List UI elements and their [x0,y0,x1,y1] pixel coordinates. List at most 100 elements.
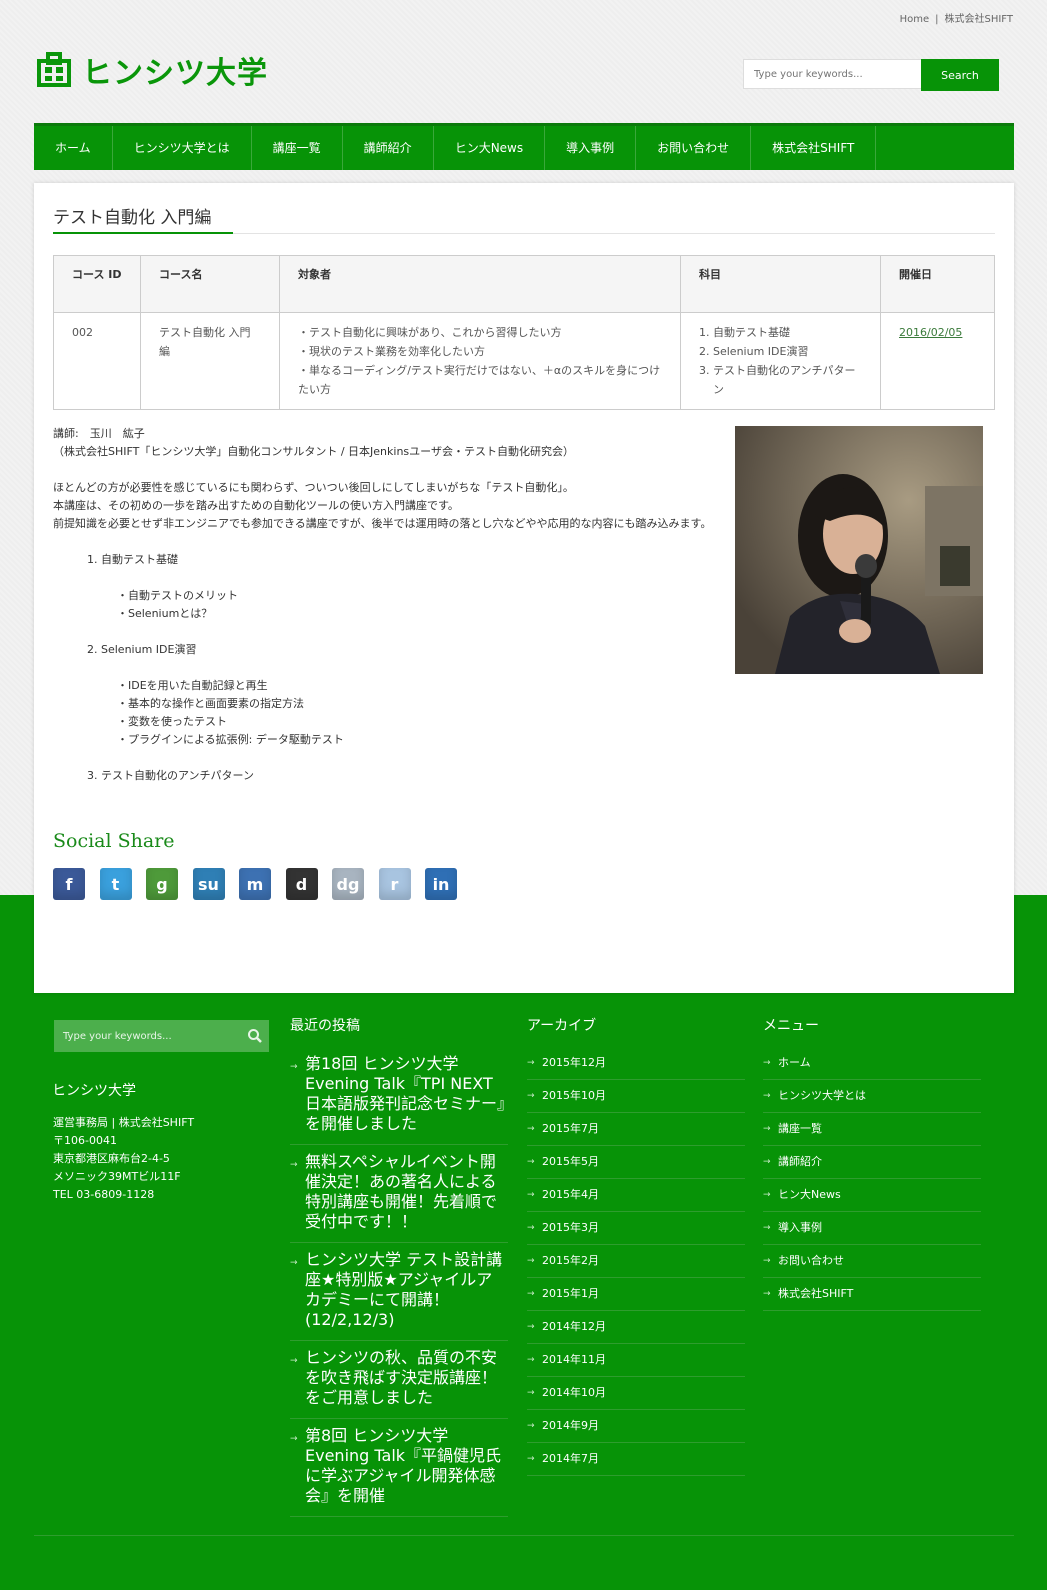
address-line: 運営事務局 | 株式会社SHIFT [53,1116,195,1129]
footer-link[interactable]: ヒンシツ大学とは [763,1080,981,1113]
header-course-id: コース ID [53,255,141,313]
lecturer-photo-illustration [735,426,983,674]
myspace-icon[interactable]: m [239,868,271,900]
social-share-icons: f t g su m d dg r in [53,868,472,900]
search-input[interactable] [743,59,921,89]
address-line: メソニック39MTビル11F [53,1170,181,1183]
course-outline: 自動テスト基礎 ・自動テストのメリット ・Seleniumとは？ Seleniu… [53,551,733,785]
outline-item: 自動テスト基礎 ・自動テストのメリット ・Seleniumとは？ [101,551,733,623]
footer-link[interactable]: 第8回 ヒンシツ大学 Evening Talk『平鍋健児氏に学ぶアジャイル開発体… [290,1419,508,1517]
footer-link[interactable]: 導入事例 [763,1212,981,1245]
intro-line: 前提知識を必要とせず非エンジニアでも参加できる講座ですが、後半では運用時の落とし… [53,517,712,530]
google-icon[interactable]: g [146,868,178,900]
delicious-icon[interactable]: d [285,868,318,900]
lecturer-affiliation: （株式会社SHIFT「ヒンシツ大学」自動化コンサルタント / 日本Jenkins… [53,445,574,458]
reddit-icon[interactable]: r [378,868,411,900]
nav-item[interactable]: 講師紹介 [343,126,434,170]
footer-link[interactable]: 講座一覧 [763,1113,981,1146]
nav-item[interactable]: ヒンシツ大学とは [113,126,252,170]
top-link-home[interactable]: Home [900,14,930,25]
outline-title: テスト自動化のアンチパターン [101,769,255,782]
address-line: 〒106-0041 [53,1134,117,1147]
outline-item: テスト自動化のアンチパターン [101,767,733,785]
footer-link[interactable]: 2015年4月 [527,1179,745,1212]
outline-item: Selenium IDE演習 ・IDEを用いた自動記録と再生 ・基本的な操作と画… [101,641,733,749]
outline-subitem: ・変数を使ったテスト [117,715,227,728]
archive-title: アーカイブ [527,1018,597,1034]
search-button[interactable]: Search [921,59,999,91]
footer-link[interactable]: 2014年9月 [527,1410,745,1443]
course-description: 講師: 玉川 紘子 （株式会社SHIFT「ヒンシツ大学」自動化コンサルタント /… [53,425,733,803]
outline-subitem: ・基本的な操作と画面要素の指定方法 [117,697,304,710]
address-line: TEL 03-6809-1128 [53,1188,155,1201]
subject-item: 自動テスト基礎 [713,323,862,342]
footer-link[interactable]: 2015年3月 [527,1212,745,1245]
footer-menu: メニュー ホームヒンシツ大学とは講座一覧講師紹介ヒン大News導入事例お問い合わ… [763,1015,981,1311]
top-links: Home | 株式会社SHIFT [900,10,1013,25]
linkedin-icon[interactable]: in [425,868,457,900]
subject-item: テスト自動化のアンチパターン [713,361,862,399]
outline-subitem: ・IDEを用いた自動記録と再生 [117,679,268,692]
social-share-title: Social Share [53,830,175,852]
cell-target: ・テスト自動化に興味があり、これから習得したい方 ・現状のテスト業務を効率化した… [279,312,681,410]
title-accent [53,232,233,234]
footer-link[interactable]: 2015年5月 [527,1146,745,1179]
footer-link[interactable]: ヒンシツ大学 テスト設計講座★特別版★アジャイルアカデミーにて開講！(12/2,… [290,1243,508,1341]
footer-recent-posts: 最近の投稿 第18回 ヒンシツ大学 Evening Talk『TPI NEXT … [290,1015,508,1517]
footer-link[interactable]: 無料スペシャルイベント開催決定！あの著名人による特別講座も開催！先着順で受付中で… [290,1145,508,1243]
footer-link[interactable]: 2014年10月 [527,1377,745,1410]
date-link[interactable]: 2016/02/05 [899,326,962,339]
header-course-name: コース名 [140,255,280,313]
footer-link[interactable]: 2015年7月 [527,1113,745,1146]
outline-subitem: ・Seleniumとは？ [117,607,213,620]
top-link-separator: | [935,14,939,25]
header-target: 対象者 [279,255,681,313]
footer-link[interactable]: 講師紹介 [763,1146,981,1179]
outline-title: 自動テスト基礎 [101,553,178,566]
address-line: 東京都港区麻布台2-4-5 [53,1152,170,1165]
footer-site-name: ヒンシツ大学 [52,1083,136,1099]
footer-link[interactable]: 株式会社SHIFT [763,1278,981,1311]
cell-course-name: テスト自動化 入門編 [140,312,280,410]
recent-posts-title: 最近の投稿 [290,1018,360,1034]
footer-link[interactable]: ヒンシツの秋、品質の不安を吹き飛ばす決定版講座！をご用意しました [290,1341,508,1419]
header-date: 開催日 [880,255,995,313]
footer-link[interactable]: 2015年12月 [527,1047,745,1080]
top-link-company[interactable]: 株式会社SHIFT [944,14,1013,25]
footer-address: 運営事務局 | 株式会社SHIFT 〒106-0041 東京都港区麻布台2-4-… [53,1114,194,1204]
intro-line: ほとんどの方が必要性を感じているにも関わらず、ついつい後回しにしてしまいがちな「… [53,481,574,494]
footer-link[interactable]: ヒン大News [763,1179,981,1212]
footer-link[interactable]: 2015年10月 [527,1080,745,1113]
cell-date: 2016/02/05 [880,312,995,410]
site-logo[interactable]: ヒンシツ大学 [36,48,268,92]
footer-link[interactable]: 2014年12月 [527,1311,745,1344]
search-icon[interactable] [241,1020,269,1052]
footer-link[interactable]: 2015年2月 [527,1245,745,1278]
footer-link[interactable]: 第18回 ヒンシツ大学 Evening Talk『TPI NEXT 日本語版発刊… [290,1047,508,1145]
footer-divider [34,1535,1014,1536]
nav-item[interactable]: 株式会社SHIFT [751,126,877,170]
table-row: 002 テスト自動化 入門編 ・テスト自動化に興味があり、これから習得したい方 … [53,312,995,410]
nav-item[interactable]: お問い合わせ [636,126,752,170]
nav-item[interactable]: ヒン大News [434,126,546,170]
lecturer-name: 講師: 玉川 紘子 [53,427,145,440]
nav-item[interactable]: 講座一覧 [252,126,343,170]
nav-item[interactable]: 導入事例 [545,126,637,170]
page-title: テスト自動化 入門編 [53,208,212,228]
nav-item[interactable]: ホーム [34,126,113,170]
site-title: ヒンシツ大学 [82,56,268,91]
footer-link[interactable]: ホーム [763,1047,981,1080]
digg-icon[interactable]: dg [332,868,364,900]
twitter-icon[interactable]: t [99,868,132,900]
stumbleupon-icon[interactable]: su [192,868,225,900]
footer-search[interactable]: Type your keywords... [54,1020,269,1052]
footer-menu-title: メニュー [763,1018,819,1034]
footer-link[interactable]: お問い合わせ [763,1245,981,1278]
footer-search-input[interactable]: Type your keywords... [63,1031,241,1042]
footer-link[interactable]: 2014年11月 [527,1344,745,1377]
footer-link[interactable]: 2014年7月 [527,1443,745,1476]
footer-link[interactable]: 2015年1月 [527,1278,745,1311]
header-search: Search [743,59,999,91]
target-line: ・現状のテスト業務を効率化したい方 [298,345,485,358]
facebook-icon[interactable]: f [53,868,85,900]
